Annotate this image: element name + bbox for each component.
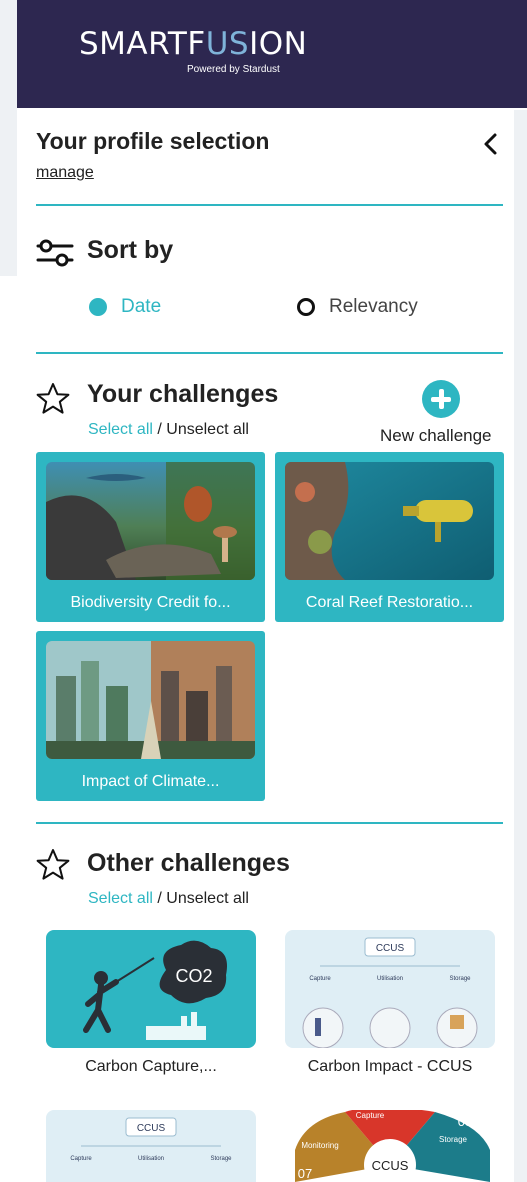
radio-unselected-icon [297,298,315,316]
challenge-card-title: Biodiversity Credit fo... [70,594,231,611]
challenge-card-carbon-capture[interactable]: CO2 Carbon Capture,... [46,930,256,1075]
thumb-text: CCUS [372,1158,409,1173]
challenge-card-title: Impact of Climate... [81,773,220,790]
manage-link[interactable]: manage [36,164,94,182]
challenge-card-carbon-impact-ccus[interactable]: CCUS Capture Utilisation Storage Carbon … [285,930,495,1075]
section-divider [36,352,503,354]
brand-name-accent: US [205,26,250,62]
svg-text:Utilisation: Utilisation [377,976,403,982]
sort-by-title: Sort by [87,236,174,264]
unselect-all-link[interactable]: Unselect all [166,421,249,438]
challenge-thumbnail [46,641,255,759]
collapse-panel-icon[interactable] [479,132,503,156]
sort-option-relevancy[interactable]: Relevancy [297,296,418,318]
svg-text:Monitoring: Monitoring [301,1141,338,1150]
section-divider [36,822,503,824]
challenge-card-ccus[interactable]: CCUS Capture Utilisation Storage [46,1110,256,1182]
sort-sliders-icon [36,239,74,267]
filter-panel: Your profile selection manage Sort by Da… [17,108,514,1182]
new-challenge-button[interactable] [422,380,460,418]
separator: / [152,890,167,907]
brand-name-start: SMARTF [79,26,206,62]
background-strip [0,0,17,276]
star-icon [36,383,70,414]
sort-option-label: Relevancy [329,296,418,317]
brand-tagline: Powered by Stardust [187,64,280,75]
svg-text:Capture: Capture [309,976,331,982]
svg-text:Storage: Storage [439,1135,468,1144]
svg-text:Capture: Capture [70,1156,92,1162]
svg-text:Capture: Capture [356,1111,385,1120]
challenge-thumbnail: CO2 [46,930,256,1048]
your-challenges-title: Your challenges [87,380,279,408]
svg-text:Storage: Storage [449,976,471,982]
brand-logo[interactable]: SMARTFUSION [79,26,307,62]
challenge-card-coral-reef[interactable]: Coral Reef Restoratio... [275,452,504,622]
challenge-thumbnail: CCUS Capture Monitoring Storage 03 07 [285,1110,495,1182]
brand-name-end: ION [249,26,308,62]
other-challenges-title: Other challenges [87,849,290,877]
challenge-thumbnail: CCUS Capture Utilisation Storage [285,930,495,1048]
thumb-text: CCUS [137,1123,166,1134]
challenge-thumbnail [46,462,255,580]
challenge-card-climate[interactable]: Impact of Climate... [36,631,265,801]
svg-text:Utilisation: Utilisation [138,1156,164,1162]
svg-text:07: 07 [298,1166,312,1181]
challenge-thumbnail [285,462,494,580]
select-all-link[interactable]: Select all [88,890,153,907]
section-divider [36,204,503,206]
radio-selected-icon [89,298,107,316]
challenge-thumbnail: CCUS Capture Utilisation Storage [46,1110,256,1182]
sort-option-label: Date [121,296,162,317]
star-icon [36,849,70,880]
challenge-card-title: Carbon Capture,... [85,1058,217,1075]
thumb-text: CO2 [175,966,212,986]
thumb-text: CCUS [376,943,405,954]
challenge-card-title: Coral Reef Restoratio... [305,594,474,611]
app-header: SMARTFUSION Powered by Stardust [17,0,527,108]
profile-selection-title: Your profile selection [36,128,270,154]
other-challenges-select-row: Select all / Unselect all [88,890,249,908]
challenge-card-title: Carbon Impact - CCUS [307,1058,473,1075]
challenge-card-biodiversity[interactable]: Biodiversity Credit fo... [36,452,265,622]
separator: / [152,421,167,438]
challenge-card-ccus-cycle[interactable]: CCUS Capture Monitoring Storage 03 07 [285,1110,495,1182]
svg-text:Storage: Storage [210,1156,232,1162]
select-all-link[interactable]: Select all [88,421,153,438]
your-challenges-select-row: Select all / Unselect all [88,421,249,439]
svg-text:03: 03 [458,1114,472,1129]
new-challenge-label[interactable]: New challenge [380,426,492,446]
unselect-all-link[interactable]: Unselect all [166,890,249,907]
sort-option-date[interactable]: Date [89,296,161,318]
scrollbar-track[interactable] [514,110,527,1182]
